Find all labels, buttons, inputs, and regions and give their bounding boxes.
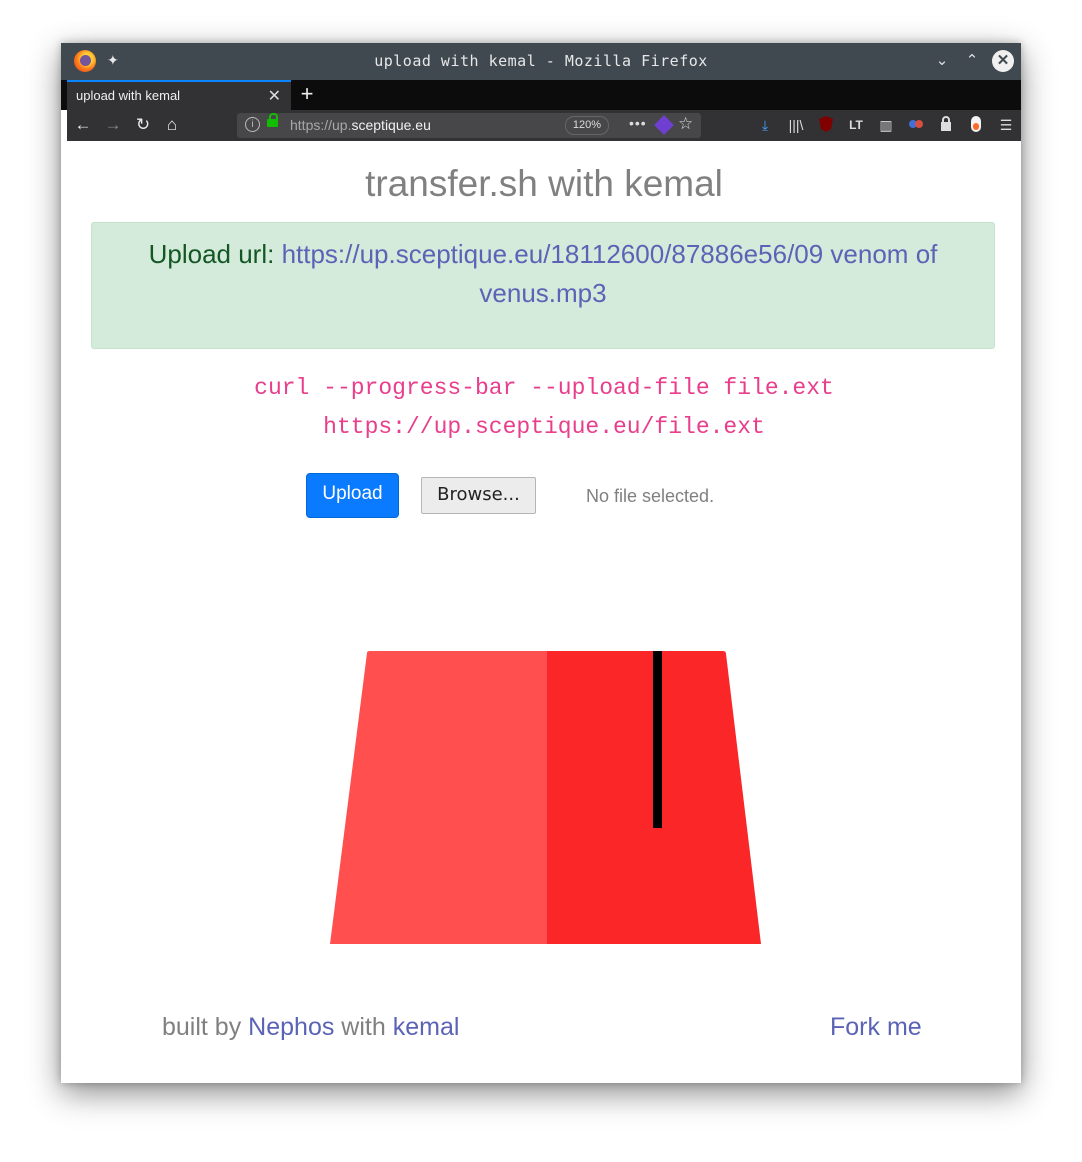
author-link[interactable]: Nephos [248, 1013, 334, 1041]
page-actions-icon[interactable]: ••• [629, 115, 647, 131]
url-text[interactable]: https://up.sceptique.eu [290, 117, 431, 133]
lock-icon [267, 113, 278, 127]
reload-icon[interactable]: ↻ [133, 115, 153, 135]
close-icon[interactable]: ✕ [992, 50, 1014, 72]
navigation-bar: ← → ↻ ⌂ i https://up.sceptique.eu 120% •… [67, 110, 1021, 141]
fez-illustration [330, 651, 761, 944]
tab-close-icon[interactable]: ✕ [268, 86, 281, 106]
page-title: transfer.sh with kemal [365, 163, 723, 204]
file-status: No file selected. [586, 486, 715, 506]
fez-tassel [653, 651, 662, 828]
library-icon[interactable]: |||\ [787, 116, 805, 134]
tab-label: upload with kemal [76, 88, 181, 103]
curl-line-1: curl --progress-bar --upload-file file.e… [254, 375, 834, 401]
zoom-level[interactable]: 120% [565, 116, 609, 135]
info-icon[interactable]: i [245, 117, 260, 132]
extension-icon[interactable] [654, 115, 674, 135]
download-icon[interactable]: ⤓ [756, 116, 774, 134]
bookmark-star-icon[interactable]: ☆ [678, 114, 693, 134]
lock-addon-icon[interactable] [937, 116, 955, 134]
upload-url-alert: Upload url: https://up.sceptique.eu/1811… [91, 222, 995, 349]
fork-me-link[interactable]: Fork me [830, 1013, 922, 1042]
upload-url-link[interactable]: https://up.sceptique.eu/18112600/87886e5… [282, 239, 938, 308]
footer-credits: built by Nephos with kemal [162, 1013, 459, 1042]
window-title: upload with kemal - Mozilla Firefox [374, 52, 708, 70]
menu-icon[interactable]: ☰ [997, 116, 1015, 134]
chevron-down-icon[interactable]: ⌄ [931, 50, 953, 72]
kemal-link[interactable]: kemal [393, 1013, 460, 1041]
browser-window: ✦ upload with kemal - Mozilla Firefox ⌄ … [61, 43, 1021, 1083]
forward-icon[interactable]: → [103, 115, 123, 135]
curl-line-2: https://up.sceptique.eu/file.ext [323, 414, 765, 440]
page-content: transfer.sh with kemal Upload url: https… [67, 141, 1021, 1083]
footer-built-by: built by [162, 1013, 242, 1041]
curl-command: curl --progress-bar --upload-file file.e… [67, 369, 1021, 447]
url-bar[interactable]: i https://up.sceptique.eu 120% ••• ☆ [237, 113, 701, 138]
home-icon[interactable]: ⌂ [162, 115, 182, 135]
chevron-up-icon[interactable]: ⌃ [961, 50, 983, 72]
tab-upload-with-kemal[interactable]: upload with kemal ✕ [67, 80, 291, 110]
fez-left-half [330, 651, 547, 944]
extension2-icon[interactable] [907, 116, 925, 134]
ublock-icon[interactable] [817, 116, 835, 134]
addon-icon[interactable] [967, 116, 985, 134]
back-icon[interactable]: ← [73, 115, 93, 135]
sidebar-icon[interactable]: ▥ [877, 116, 895, 134]
upload-button[interactable]: Upload [306, 473, 399, 518]
languagetool-icon[interactable]: LT [847, 116, 865, 134]
upload-url-label: Upload url: [148, 239, 275, 269]
title-bar: ✦ upload with kemal - Mozilla Firefox ⌄ … [61, 43, 1021, 80]
footer-with: with [341, 1013, 386, 1041]
browse-button[interactable]: Browse... [421, 477, 536, 514]
tab-bar: upload with kemal ✕ + [61, 80, 1021, 110]
new-tab-button[interactable]: + [297, 81, 317, 107]
